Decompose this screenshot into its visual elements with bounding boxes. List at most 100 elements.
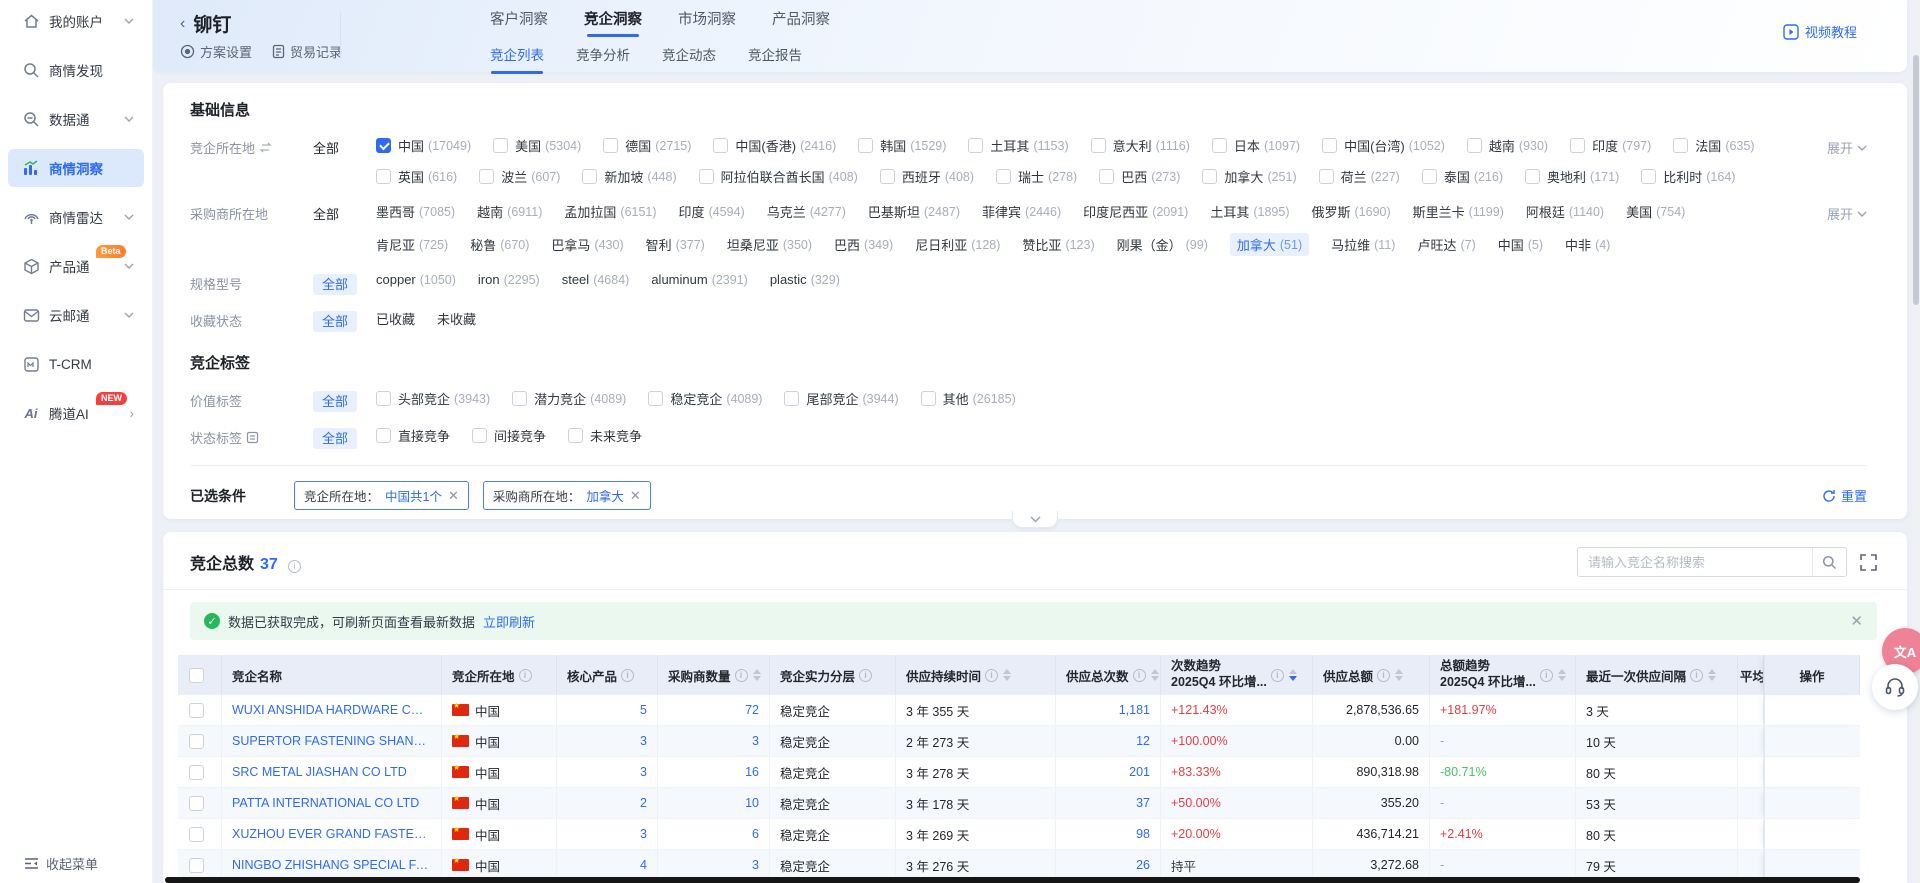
horizontal-scrollbar[interactable]: [165, 877, 1860, 883]
company-name-link[interactable]: PATTA INTERNATIONAL CO LTD: [232, 796, 419, 810]
expand-link-competitor-location[interactable]: 展开: [1827, 136, 1867, 157]
filter-option-加拿大[interactable]: 加拿大(251): [1202, 167, 1296, 186]
info-icon[interactable]: i: [519, 669, 532, 682]
filter-option-未收藏[interactable]: 未收藏: [437, 309, 476, 328]
checkbox-unchecked[interactable]: [1322, 138, 1337, 153]
checkbox-unchecked[interactable]: [1525, 169, 1540, 184]
company-name-link[interactable]: SUPERTOR FASTENING SHANGHAI...: [232, 734, 431, 748]
back-arrow-icon[interactable]: ‹: [180, 15, 185, 33]
row-checkbox[interactable]: [189, 858, 204, 873]
sort-icon[interactable]: [1395, 669, 1403, 681]
checkbox-unchecked[interactable]: [1641, 169, 1656, 184]
checkbox-unchecked[interactable]: [784, 391, 799, 406]
checkbox-unchecked[interactable]: [493, 138, 508, 153]
filter-option-卢旺达[interactable]: 卢旺达(7): [1417, 235, 1475, 254]
filter-all-status-tag[interactable]: 全部: [313, 426, 376, 447]
filter-option-巴基斯坦[interactable]: 巴基斯坦(2487): [868, 202, 960, 221]
filter-option-秘鲁[interactable]: 秘鲁(670): [470, 235, 529, 254]
sidebar-item-T-CRM[interactable]: T-CRM: [8, 345, 144, 383]
filter-option-尼日利亚[interactable]: 尼日利亚(128): [915, 235, 1000, 254]
checkbox-unchecked[interactable]: [968, 138, 983, 153]
col-header-最近一次供应间隔[interactable]: 最近一次供应间隔i: [1576, 655, 1738, 695]
expand-link-buyer-location[interactable]: 展开: [1827, 202, 1867, 223]
checkbox-unchecked[interactable]: [1099, 169, 1114, 184]
company-search-input[interactable]: [1578, 555, 1812, 570]
filter-option-菲律宾[interactable]: 菲律宾(2446): [982, 202, 1061, 221]
checkbox-unchecked[interactable]: [568, 428, 583, 443]
filter-all-competitor-location[interactable]: 全部: [313, 136, 376, 157]
filter-option-印度[interactable]: 印度(4594): [679, 202, 745, 221]
filter-option-阿拉伯联合酋长国[interactable]: 阿拉伯联合酋长国(408): [699, 167, 858, 186]
info-icon[interactable]: i: [735, 669, 748, 682]
info-icon[interactable]: i: [1133, 669, 1146, 682]
filter-option-墨西哥[interactable]: 墨西哥(7085): [376, 202, 455, 221]
subtab-竞企报告[interactable]: 竞企报告: [748, 44, 802, 74]
sidebar-item-商情雷达[interactable]: 商情雷达: [8, 198, 144, 236]
col-header-采购商数量[interactable]: 采购商数量i: [658, 655, 770, 695]
col-header-供应总次数[interactable]: 供应总次数i: [1056, 655, 1161, 695]
all-option[interactable]: 全部: [313, 428, 357, 449]
company-name-link[interactable]: XUZHOU EVER GRAND FASTENERS...: [232, 827, 431, 841]
filter-option-日本[interactable]: 日本(1097): [1212, 136, 1300, 155]
filter-option-已收藏[interactable]: 已收藏: [376, 309, 415, 328]
filter-option-aluminum[interactable]: aluminum(2391): [651, 272, 748, 287]
filter-option-中国[interactable]: 中国(17049): [376, 136, 471, 155]
vertical-scrollbar[interactable]: [1912, 0, 1920, 883]
filter-option-英国[interactable]: 英国(616): [376, 167, 457, 186]
filter-option-波兰[interactable]: 波兰(607): [479, 167, 560, 186]
filter-option-西班牙[interactable]: 西班牙(408): [880, 167, 974, 186]
filter-option-意大利[interactable]: 意大利(1116): [1091, 136, 1190, 155]
tab-产品洞察[interactable]: 产品洞察: [772, 8, 830, 37]
subtab-竞企动态[interactable]: 竞企动态: [662, 44, 716, 74]
filter-option-阿根廷[interactable]: 阿根廷(1140): [1526, 202, 1604, 221]
sidebar-item-我的账户[interactable]: 我的账户: [8, 2, 144, 40]
checkbox-unchecked[interactable]: [376, 428, 391, 443]
filter-option-法国[interactable]: 法国(635): [1673, 136, 1754, 155]
info-icon[interactable]: i: [1377, 669, 1390, 682]
select-all-checkbox[interactable]: [189, 668, 204, 683]
checkbox-unchecked[interactable]: [376, 391, 391, 406]
sidebar-item-产品通[interactable]: 产品通Beta: [8, 247, 144, 285]
filter-option-土耳其[interactable]: 土耳其(1895): [1210, 202, 1289, 221]
checkbox-unchecked[interactable]: [472, 428, 487, 443]
row-checkbox[interactable]: [189, 765, 204, 780]
filter-option-潜力竞企[interactable]: 潜力竞企(4089): [512, 389, 626, 408]
company-name-link[interactable]: WUXI ANSHIDA HARDWARE CO LTD: [232, 703, 431, 717]
filter-option-巴西[interactable]: 巴西(349): [834, 235, 893, 254]
checkbox-unchecked[interactable]: [512, 391, 527, 406]
filter-option-尾部竞企[interactable]: 尾部竞企(3944): [784, 389, 898, 408]
filter-option-刚果（金）[interactable]: 刚果（金）(99): [1117, 235, 1208, 254]
info-icon[interactable]: i: [621, 669, 634, 682]
row-checkbox[interactable]: [189, 703, 204, 718]
checkbox-unchecked[interactable]: [699, 169, 714, 184]
sort-icon[interactable]: [1708, 669, 1716, 681]
filter-option-直接竞争[interactable]: 直接竞争: [376, 426, 450, 445]
panel-collapse-toggle[interactable]: [1012, 511, 1058, 528]
info-icon[interactable]: i: [1540, 669, 1553, 682]
sidebar-item-腾道AI[interactable]: Ai腾道AINEW›: [8, 394, 144, 432]
row-checkbox[interactable]: [189, 734, 204, 749]
filter-option-未来竞争[interactable]: 未来竞争: [568, 426, 642, 445]
sort-icon[interactable]: [1289, 669, 1297, 681]
info-icon[interactable]: i: [985, 669, 998, 682]
remove-tag-icon[interactable]: ✕: [448, 489, 459, 502]
checkbox-unchecked[interactable]: [858, 138, 873, 153]
video-tutorial-link[interactable]: 视频教程: [1783, 22, 1857, 41]
row-checkbox[interactable]: [189, 796, 204, 811]
checkbox-unchecked[interactable]: [1202, 169, 1217, 184]
filter-option-孟加拉国[interactable]: 孟加拉国(6151): [564, 202, 656, 221]
search-icon[interactable]: [1812, 548, 1846, 576]
checkbox-checked[interactable]: [376, 138, 391, 153]
subtab-竞争分析[interactable]: 竞争分析: [576, 44, 630, 74]
filter-option-copper[interactable]: copper(1050): [376, 272, 456, 287]
sidebar-item-数据通[interactable]: 数据通: [8, 100, 144, 138]
filter-option-中国(台湾)[interactable]: 中国(台湾)(1052): [1322, 136, 1445, 155]
info-icon[interactable]: i: [1271, 669, 1284, 682]
filter-option-iron[interactable]: iron(2295): [478, 272, 540, 287]
filter-option-间接竞争[interactable]: 间接竞争: [472, 426, 546, 445]
sidebar-item-商情发现[interactable]: 商情发现: [8, 51, 144, 89]
filter-option-plastic[interactable]: plastic(329): [770, 272, 840, 287]
checkbox-unchecked[interactable]: [880, 169, 895, 184]
filter-option-稳定竞企[interactable]: 稳定竞企(4089): [648, 389, 762, 408]
filter-option-德国[interactable]: 德国(2715): [603, 136, 691, 155]
